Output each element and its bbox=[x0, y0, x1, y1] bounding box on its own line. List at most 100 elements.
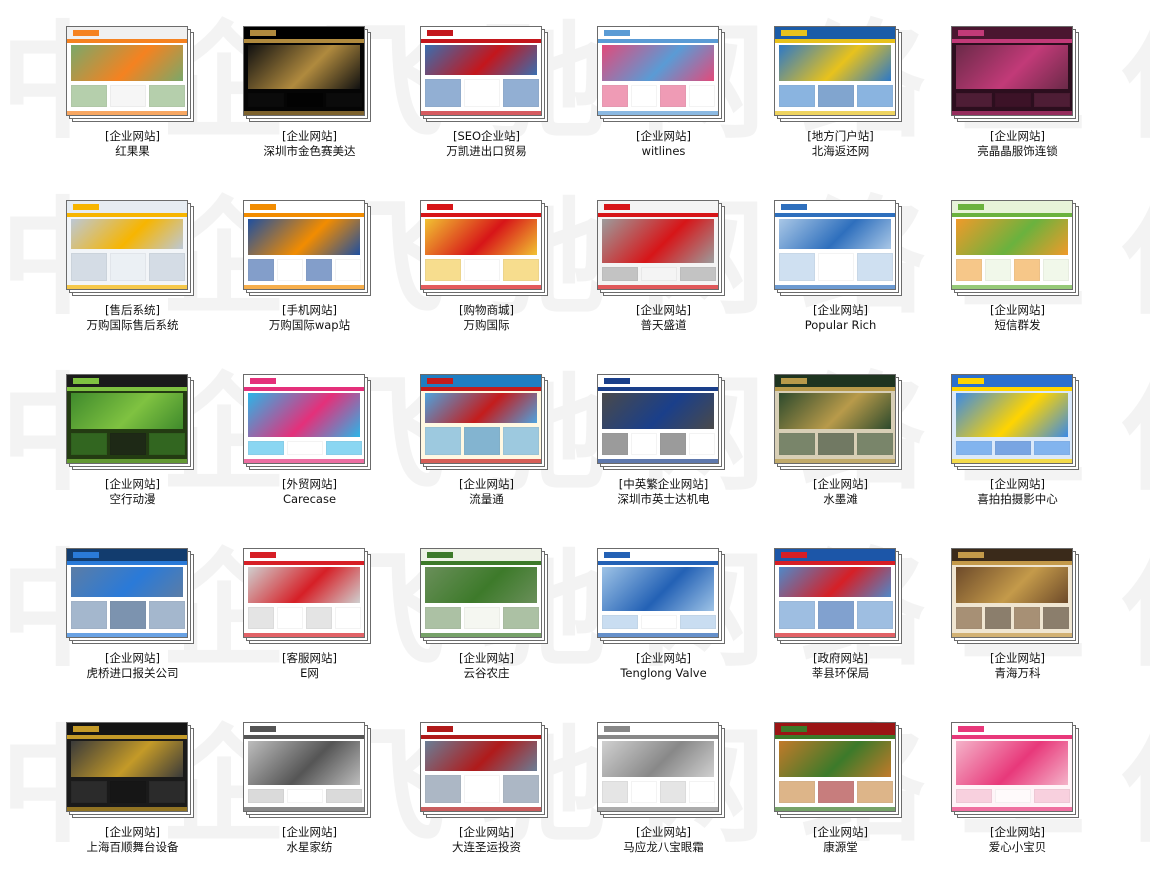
preview-content-box bbox=[464, 775, 500, 803]
site-thumbnail-link[interactable] bbox=[66, 722, 194, 818]
portfolio-item: [购物商城] 万购国际 bbox=[398, 196, 575, 370]
preview-content-box bbox=[631, 433, 657, 455]
preview-nav bbox=[598, 735, 718, 739]
item-caption: [企业网站] 大连圣运投资 bbox=[398, 825, 575, 855]
item-name-link[interactable]: 北海返还网 bbox=[752, 144, 929, 159]
item-name-link[interactable]: 亮晶晶服饰连锁 bbox=[929, 144, 1106, 159]
preview-logo bbox=[958, 204, 984, 210]
preview-nav bbox=[598, 561, 718, 565]
site-thumbnail-link[interactable] bbox=[243, 200, 371, 296]
item-name-link[interactable]: 青海万科 bbox=[929, 666, 1106, 681]
site-thumbnail-link[interactable] bbox=[243, 374, 371, 470]
site-thumbnail-link[interactable] bbox=[420, 722, 548, 818]
preview-content-box bbox=[818, 601, 854, 629]
portfolio-item: [企业网站] 亮晶晶服饰连锁 bbox=[929, 22, 1106, 196]
site-screenshot bbox=[597, 374, 719, 464]
site-thumbnail-link[interactable] bbox=[774, 200, 902, 296]
item-name-link[interactable]: Tenglong Valve bbox=[575, 666, 752, 681]
item-name-link[interactable]: 深圳市金色赛美达 bbox=[221, 144, 398, 159]
site-screenshot bbox=[420, 374, 542, 464]
site-thumbnail-link[interactable] bbox=[774, 722, 902, 818]
item-name-link[interactable]: 水星家纺 bbox=[221, 840, 398, 855]
item-name-link[interactable]: 云谷农庄 bbox=[398, 666, 575, 681]
site-thumbnail-link[interactable] bbox=[774, 26, 902, 122]
item-name-link[interactable]: 马应龙八宝眼霜 bbox=[575, 840, 752, 855]
site-thumbnail-link[interactable] bbox=[420, 374, 548, 470]
item-category: [企业网站] bbox=[105, 477, 160, 491]
site-thumbnail-link[interactable] bbox=[66, 200, 194, 296]
preview-content-box bbox=[71, 781, 107, 803]
item-name-link[interactable]: 普天盛道 bbox=[575, 318, 752, 333]
item-caption: [企业网站] 流量通 bbox=[398, 477, 575, 507]
site-thumbnail-link[interactable] bbox=[66, 26, 194, 122]
item-name-link[interactable]: Popular Rich bbox=[752, 318, 929, 333]
site-thumbnail-link[interactable] bbox=[420, 26, 548, 122]
item-category: [中英繁企业网站] bbox=[618, 477, 709, 491]
preview-logo bbox=[958, 552, 984, 558]
item-name-link[interactable]: 万购国际wap站 bbox=[221, 318, 398, 333]
item-name-link[interactable]: 喜拍拍摄影中心 bbox=[929, 492, 1106, 507]
site-thumbnail-link[interactable] bbox=[951, 548, 1079, 644]
portfolio-item: [企业网站] 大连圣运投资 bbox=[398, 718, 575, 892]
site-thumbnail-link[interactable] bbox=[774, 374, 902, 470]
item-name-link[interactable]: 大连圣运投资 bbox=[398, 840, 575, 855]
item-caption: [地方门户站] 北海返还网 bbox=[752, 129, 929, 159]
site-screenshot bbox=[420, 548, 542, 638]
item-name-link[interactable]: 短信群发 bbox=[929, 318, 1106, 333]
preview-content-box bbox=[602, 433, 628, 455]
site-thumbnail-link[interactable] bbox=[597, 722, 725, 818]
preview-content-box bbox=[818, 433, 854, 455]
preview-content-box bbox=[680, 615, 716, 629]
preview-footer bbox=[421, 633, 541, 637]
preview-content-box bbox=[425, 259, 461, 281]
site-thumbnail-link[interactable] bbox=[951, 374, 1079, 470]
site-thumbnail-link[interactable] bbox=[597, 548, 725, 644]
item-name-link[interactable]: 水墨滩 bbox=[752, 492, 929, 507]
item-name-link[interactable]: 爱心小宝贝 bbox=[929, 840, 1106, 855]
item-name-link[interactable]: 红果果 bbox=[44, 144, 221, 159]
item-category: [手机网站] bbox=[282, 303, 337, 317]
preview-nav bbox=[67, 39, 187, 43]
preview-content-box bbox=[287, 441, 323, 455]
site-thumbnail-link[interactable] bbox=[66, 374, 194, 470]
site-thumbnail-link[interactable] bbox=[597, 374, 725, 470]
item-name-link[interactable]: 万凯进出口贸易 bbox=[398, 144, 575, 159]
preview-nav bbox=[775, 39, 895, 43]
preview-logo bbox=[604, 204, 630, 210]
preview-banner bbox=[71, 393, 183, 429]
site-thumbnail-link[interactable] bbox=[420, 548, 548, 644]
preview-banner bbox=[425, 45, 537, 75]
item-name-link[interactable]: 流量通 bbox=[398, 492, 575, 507]
item-category: [企业网站] bbox=[813, 303, 868, 317]
item-name-link[interactable]: 莘县环保局 bbox=[752, 666, 929, 681]
item-name-link[interactable]: Carecase bbox=[221, 492, 398, 507]
item-name-link[interactable]: 万购国际售后系统 bbox=[44, 318, 221, 333]
site-thumbnail-link[interactable] bbox=[66, 548, 194, 644]
site-thumbnail-link[interactable] bbox=[951, 26, 1079, 122]
site-screenshot bbox=[597, 26, 719, 116]
site-thumbnail-link[interactable] bbox=[951, 722, 1079, 818]
site-thumbnail-link[interactable] bbox=[243, 26, 371, 122]
site-thumbnail-link[interactable] bbox=[774, 548, 902, 644]
site-thumbnail-link[interactable] bbox=[597, 26, 725, 122]
site-thumbnail-link[interactable] bbox=[951, 200, 1079, 296]
item-name-link[interactable]: E网 bbox=[221, 666, 398, 681]
preview-nav bbox=[421, 561, 541, 565]
site-screenshot bbox=[774, 26, 896, 116]
preview-content-box bbox=[602, 781, 628, 803]
item-category: [企业网站] bbox=[813, 477, 868, 491]
site-thumbnail-link[interactable] bbox=[243, 548, 371, 644]
item-name-link[interactable]: 万购国际 bbox=[398, 318, 575, 333]
site-screenshot bbox=[66, 548, 188, 638]
item-name-link[interactable]: 康源堂 bbox=[752, 840, 929, 855]
item-name-link[interactable]: witlines bbox=[575, 144, 752, 159]
preview-content-box bbox=[660, 781, 686, 803]
site-thumbnail-link[interactable] bbox=[243, 722, 371, 818]
item-name-link[interactable]: 深圳市英士达机电 bbox=[575, 492, 752, 507]
site-thumbnail-link[interactable] bbox=[420, 200, 548, 296]
preview-banner bbox=[779, 741, 891, 777]
site-thumbnail-link[interactable] bbox=[597, 200, 725, 296]
item-name-link[interactable]: 空行动漫 bbox=[44, 492, 221, 507]
item-name-link[interactable]: 虎桥进口报关公司 bbox=[44, 666, 221, 681]
item-name-link[interactable]: 上海百顺舞台设备 bbox=[44, 840, 221, 855]
